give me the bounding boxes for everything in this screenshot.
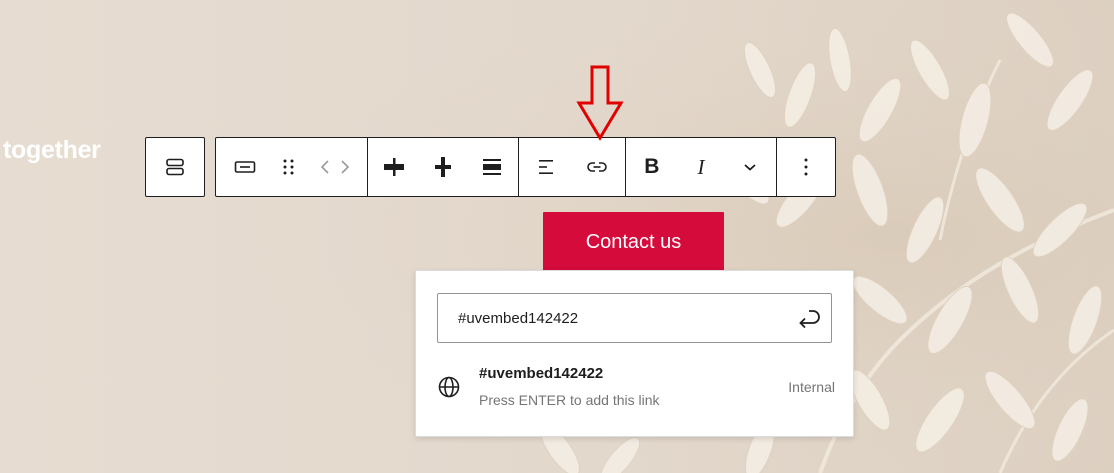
justify-space-between-button[interactable] [420,143,466,191]
italic-button[interactable]: I [678,143,724,191]
move-arrows-icon [321,160,350,174]
text-align-icon [538,160,553,174]
justify-stretch-icon [482,159,501,175]
toolbar-formatting-segment: B I [626,138,778,196]
move-buttons[interactable] [311,143,359,191]
toolbar-parent-group [145,137,205,197]
toolbar-justify-segment [368,138,520,196]
button-block-icon [234,161,256,173]
contact-us-button[interactable]: Contact us [543,212,724,272]
suggestion-info: Press ENTER to add this link [479,392,660,408]
stack-icon [166,158,184,176]
more-options-icon [804,158,808,176]
link-icon [587,162,607,172]
url-field[interactable] [437,293,832,343]
justify-space-between-icon [434,157,451,177]
options-button[interactable] [782,143,830,191]
link-button[interactable] [574,143,620,191]
text-align-button[interactable] [524,143,570,191]
block-toolbar: B I [215,137,836,197]
url-input[interactable] [458,309,788,327]
globe-icon [438,376,460,398]
italic-icon: I [697,154,705,179]
justify-center-icon [383,158,404,176]
block-type-button[interactable] [223,143,267,191]
select-parent-button[interactable] [151,143,199,191]
link-popover: #uvembed142422 Press ENTER to add this l… [415,270,854,437]
drag-handle-button[interactable] [274,143,304,191]
bold-icon: B [644,155,660,178]
red-down-arrow-icon [576,65,624,141]
suggestion-type: Internal [788,379,835,395]
justify-stretch-button[interactable] [469,143,515,191]
justify-center-button[interactable] [371,143,417,191]
heading-fragment: together [3,136,101,164]
more-formatting-button[interactable] [727,143,773,191]
link-suggestion[interactable]: #uvembed142422 Press ENTER to add this l… [416,357,853,413]
drag-handle-icon [283,159,294,175]
bold-button[interactable]: B [629,143,675,191]
toolbar-more-segment [777,138,835,196]
toolbar-alignment-segment [519,138,626,196]
suggestion-title: #uvembed142422 [479,365,604,382]
toolbar-block-segment [216,138,368,196]
chevron-down-icon [744,164,756,171]
enter-icon[interactable] [795,305,823,333]
